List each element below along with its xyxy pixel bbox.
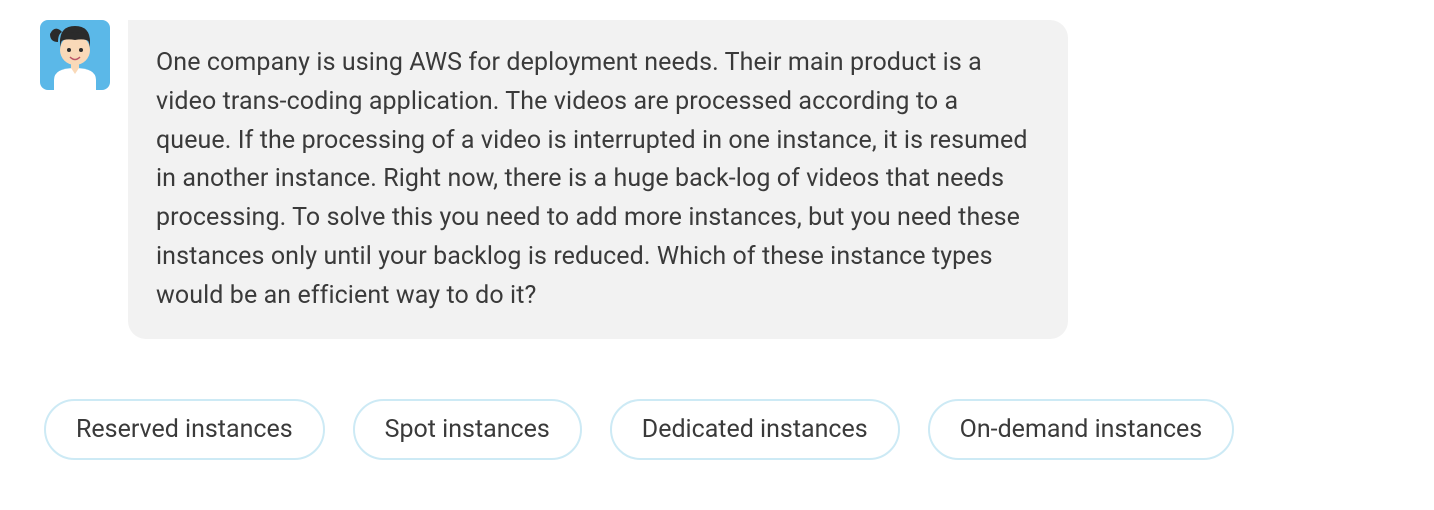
option-label: Reserved instances — [76, 415, 293, 444]
option-dedicated-instances[interactable]: Dedicated instances — [610, 399, 900, 460]
option-label: Dedicated instances — [642, 415, 868, 444]
option-on-demand-instances[interactable]: On-demand instances — [928, 399, 1235, 460]
option-label: On-demand instances — [960, 415, 1203, 444]
option-label: Spot instances — [385, 415, 550, 444]
avatar-image — [40, 20, 110, 90]
avatar — [40, 20, 110, 90]
answer-options: Reserved instances Spot instances Dedica… — [40, 399, 1394, 460]
chat-message-row: One company is using AWS for deployment … — [40, 20, 1394, 339]
option-spot-instances[interactable]: Spot instances — [353, 399, 582, 460]
option-reserved-instances[interactable]: Reserved instances — [44, 399, 325, 460]
question-bubble: One company is using AWS for deployment … — [128, 20, 1068, 339]
question-text: One company is using AWS for deployment … — [156, 48, 1028, 310]
